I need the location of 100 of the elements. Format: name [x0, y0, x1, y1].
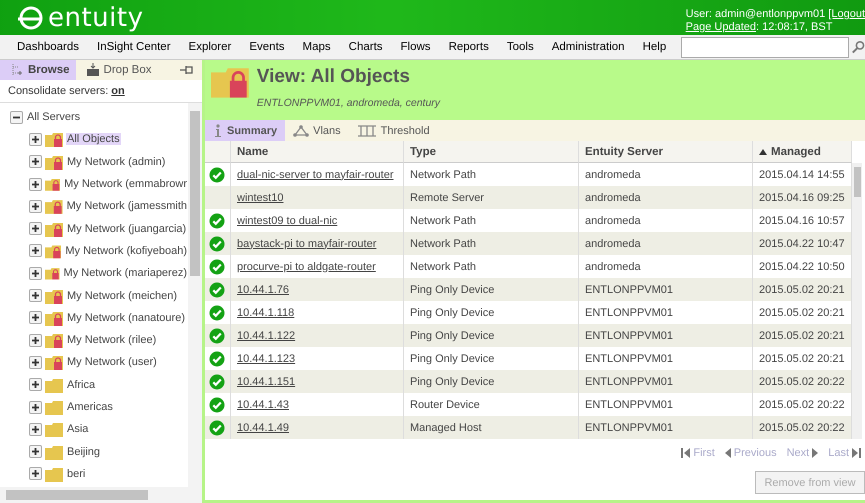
search-field[interactable]	[681, 36, 850, 58]
table-cell: 2015.05.02 20:22	[753, 370, 852, 393]
object-link[interactable]: dual-nic-server to mayfair-router	[237, 168, 394, 180]
horizontal-scrollbar[interactable]	[0, 487, 202, 503]
table-cell: ENTLONPPVM01	[579, 370, 753, 393]
tree-node[interactable]: My Network (juangarcia)	[66, 222, 188, 235]
object-link[interactable]: baystack-pi to mayfair-router	[237, 238, 376, 250]
menu-item[interactable]: Tools	[498, 41, 543, 53]
menu-item[interactable]: Dashboards	[8, 41, 88, 53]
menu-item[interactable]: Help	[634, 41, 676, 53]
tree-node[interactable]: beri	[66, 468, 86, 480]
check-icon	[209, 304, 225, 320]
check-icon	[209, 374, 225, 390]
tree-node[interactable]: All Servers	[26, 111, 82, 124]
scrollbar[interactable]	[852, 163, 862, 439]
column-header[interactable]: Name	[231, 141, 404, 163]
consolidate-link[interactable]: on	[111, 85, 125, 97]
menu-item[interactable]: Reports	[440, 41, 498, 53]
view-title: View: All Objects	[256, 66, 411, 88]
check-icon	[209, 350, 225, 366]
table-cell: Remote Server	[404, 186, 579, 209]
expand-icon[interactable]	[29, 222, 42, 236]
expand-icon[interactable]	[29, 244, 42, 258]
object-link[interactable]: procurve-pi to aldgate-router	[237, 260, 376, 272]
table-cell: ENTLONPPVM01	[579, 324, 753, 347]
view-tab[interactable]: Vlans	[285, 120, 349, 141]
view-subtitle: ENTLONPPVM01, andromeda, century	[256, 97, 440, 109]
expand-icon[interactable]	[29, 178, 42, 191]
menu-item[interactable]: Explorer	[180, 41, 240, 53]
expand-icon[interactable]	[29, 334, 42, 347]
object-link[interactable]: 10.44.1.118	[237, 306, 294, 318]
table-cell: 2015.05.02 20:21	[753, 324, 852, 347]
table-cell: 2015.05.02 20:21	[753, 278, 852, 301]
column-header[interactable]: Managed	[753, 141, 852, 163]
info-icon	[213, 124, 223, 138]
previous-icon	[724, 448, 731, 458]
tree-node[interactable]: My Network (user)	[66, 356, 158, 368]
menu-item[interactable]: Events	[240, 41, 294, 53]
table-cell: Managed Host	[404, 416, 579, 439]
tree-node[interactable]: My Network (meichen)	[66, 290, 178, 302]
object-link[interactable]: 10.44.1.49	[237, 422, 289, 434]
expand-icon[interactable]	[29, 356, 42, 369]
expand-icon[interactable]	[29, 422, 42, 436]
table-cell: andromeda	[579, 186, 753, 209]
object-link[interactable]: wintest09 to dual-nic	[237, 214, 338, 226]
check-icon	[209, 236, 225, 252]
logout-link[interactable]: [Logout	[828, 8, 865, 20]
expand-icon[interactable]	[29, 400, 42, 414]
check-icon	[209, 328, 225, 344]
column-header[interactable]: Entuity Server	[579, 141, 753, 163]
tree-node[interactable]: Africa	[66, 378, 96, 391]
tree-node[interactable]: All Objects	[66, 133, 121, 146]
view-tab[interactable]: Threshold	[348, 120, 438, 141]
expand-icon[interactable]	[29, 311, 42, 324]
tree-node[interactable]: Beijing	[66, 446, 102, 458]
column-header[interactable]: Type	[404, 141, 579, 163]
page-updated-time: : 12:08:17, BST	[756, 21, 832, 33]
tree-node[interactable]: My Network (admin)	[66, 156, 166, 168]
object-link[interactable]: 10.44.1.122	[237, 330, 296, 342]
object-link[interactable]: 10.44.1.123	[237, 352, 296, 364]
object-link[interactable]: wintest10	[237, 192, 284, 204]
menu-item[interactable]: Flows	[392, 41, 440, 53]
check-icon	[209, 258, 225, 274]
menu-item[interactable]: Charts	[340, 41, 392, 53]
expand-icon[interactable]	[29, 467, 42, 480]
object-link[interactable]: 10.44.1.76	[237, 284, 289, 296]
expand-icon[interactable]	[29, 155, 42, 168]
menu-item[interactable]: Maps	[294, 41, 340, 53]
tree-node[interactable]: My Network (emmabrowr	[63, 178, 188, 190]
scrollbar[interactable]	[188, 103, 202, 487]
logo-text: entuity	[48, 4, 144, 30]
expand-icon[interactable]	[29, 378, 42, 392]
tree-node[interactable]: Americas	[66, 401, 114, 413]
tree-node[interactable]: My Network (rilee)	[66, 334, 158, 346]
object-link[interactable]: 10.44.1.43	[237, 398, 289, 410]
sidebar-tab[interactable]: Drop Box	[76, 60, 158, 80]
tree-node[interactable]: My Network (jamessmith	[66, 200, 188, 212]
collapse-icon[interactable]	[10, 110, 23, 124]
table-cell: andromeda	[579, 232, 753, 255]
expand-icon[interactable]	[29, 200, 42, 213]
tree-node[interactable]: My Network (nanatoure)	[66, 312, 186, 324]
expand-icon[interactable]	[29, 445, 42, 458]
expand-icon[interactable]	[29, 132, 42, 146]
consolidate-label: Consolidate servers:	[8, 85, 108, 97]
check-icon	[209, 396, 225, 412]
menu-item[interactable]: InSight Center	[88, 41, 180, 53]
table-cell: 2015.05.02 20:22	[753, 416, 852, 439]
expand-icon[interactable]	[29, 289, 42, 302]
sidebar-tab[interactable]: Browse	[0, 60, 76, 80]
tree-node[interactable]: Asia	[66, 423, 90, 436]
tree-node[interactable]: My Network (kofiyeboah)	[64, 244, 188, 257]
browse-icon	[10, 63, 24, 77]
expand-icon[interactable]	[29, 266, 42, 280]
menu-item[interactable]: Administration	[542, 41, 634, 53]
pin-icon[interactable]	[180, 65, 194, 75]
search-icon[interactable]	[852, 39, 865, 55]
view-tab[interactable]: Summary	[205, 120, 286, 141]
sort-ascending-icon	[759, 148, 767, 154]
object-link[interactable]: 10.44.1.151	[237, 376, 296, 388]
tree-node[interactable]: My Network (mariaperez)	[62, 267, 188, 280]
